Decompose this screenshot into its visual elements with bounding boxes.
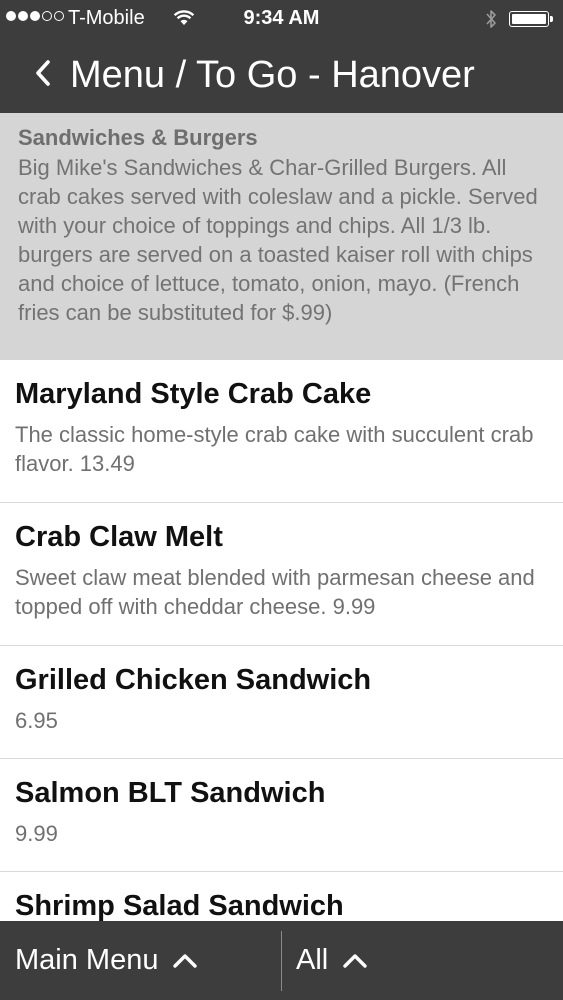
menu-item-list: Maryland Style Crab Cake The classic hom…	[0, 360, 563, 985]
top-bar: T-Mobile 9:34 AM Menu / To Go - Hanover	[0, 0, 563, 113]
menu-item-grilled-chicken-sandwich[interactable]: Grilled Chicken Sandwich 6.95	[0, 646, 563, 759]
toolbar-divider	[281, 931, 282, 991]
main-menu-button[interactable]: Main Menu	[15, 921, 198, 1000]
filter-all-button[interactable]: All	[296, 921, 368, 1000]
battery-cap	[550, 16, 553, 22]
menu-item-description: 6.95	[15, 708, 58, 733]
nav-bar: Menu / To Go - Hanover	[0, 40, 563, 113]
filter-label: All	[296, 944, 329, 976]
menu-item-name: Maryland Style Crab Cake	[15, 378, 372, 410]
status-time: 9:34 AM	[243, 7, 320, 29]
category-description: Big Mike's Sandwiches & Char-Grilled Bur…	[18, 155, 538, 325]
category-title: Sandwiches & Burgers	[18, 125, 258, 150]
bluetooth-icon	[484, 8, 498, 36]
menu-item-name: Crab Claw Melt	[15, 521, 223, 553]
status-bar: T-Mobile 9:34 AM	[0, 0, 563, 40]
category-header: Sandwiches & Burgers Big Mike's Sandwich…	[0, 113, 563, 360]
chevron-left-icon	[30, 60, 60, 102]
menu-item-maryland-style-crab-cake[interactable]: Maryland Style Crab Cake The classic hom…	[0, 360, 563, 503]
bottom-toolbar: Main Menu All	[0, 921, 563, 1000]
battery-icon	[509, 11, 549, 27]
menu-item-description: 9.99	[15, 821, 58, 846]
menu-item-salmon-blt-sandwich[interactable]: Salmon BLT Sandwich 9.99	[0, 759, 563, 872]
menu-item-description: Sweet claw meat blended with parmesan ch…	[15, 565, 535, 619]
back-button[interactable]	[30, 52, 60, 98]
menu-item-description: The classic home-style crab cake with su…	[15, 422, 534, 476]
menu-item-name: Shrimp Salad Sandwich	[15, 890, 344, 922]
chevron-up-icon	[172, 952, 198, 970]
menu-item-name: Grilled Chicken Sandwich	[15, 664, 372, 696]
page-title: Menu / To Go - Hanover	[70, 54, 475, 96]
app-screen: T-Mobile 9:34 AM Menu / To Go - Hanover …	[0, 0, 563, 1000]
menu-item-name: Salmon BLT Sandwich	[15, 777, 326, 809]
chevron-up-icon	[342, 952, 368, 970]
main-menu-label: Main Menu	[15, 944, 159, 976]
menu-item-crab-claw-melt[interactable]: Crab Claw Melt Sweet claw meat blended w…	[0, 503, 563, 646]
